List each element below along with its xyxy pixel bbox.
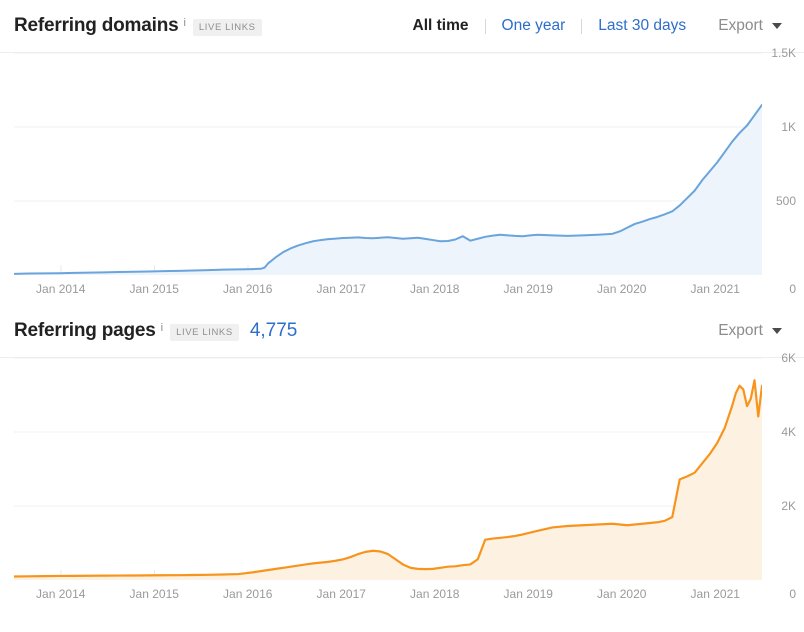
x-axis-label: Jan 2021: [690, 587, 740, 601]
x-axis-label: Jan 2019: [503, 282, 553, 296]
x-axis-label: Jan 2020: [597, 587, 647, 601]
x-axis-label: Jan 2014: [36, 282, 86, 296]
referring-pages-header: Referring pages i Live links 4,775 Expor…: [0, 305, 804, 357]
export-label: Export: [718, 322, 763, 339]
y-axis-zero-label: 0: [789, 587, 796, 601]
y-axis-label: 6K: [781, 351, 796, 365]
tab-last-30-days[interactable]: Last 30 days: [596, 17, 688, 35]
chevron-down-icon: [772, 328, 782, 334]
x-axis-label: Jan 2017: [316, 587, 366, 601]
tab-divider: [581, 18, 583, 34]
referring-domains-header: Referring domains i Live links All time …: [0, 0, 804, 52]
referring-domains-panel: Referring domains i Live links All time …: [0, 0, 804, 305]
x-axis-label: Jan 2015: [129, 282, 179, 296]
area-fill: [14, 380, 762, 580]
y-axis-label: 500: [775, 194, 796, 208]
x-axis-label: Jan 2021: [690, 282, 740, 296]
date-range-tabs: All time One year Last 30 days: [411, 17, 689, 35]
y-axis-labels: 6K 4K 2K: [736, 351, 796, 580]
x-axis-label: Jan 2016: [223, 587, 273, 601]
live-links-badge: Live links: [192, 19, 262, 36]
x-axis-label: Jan 2016: [223, 282, 273, 296]
x-axis-label: Jan 2015: [129, 587, 179, 601]
export-button[interactable]: Export: [718, 322, 782, 340]
x-axis-label: Jan 2018: [410, 282, 460, 296]
title-group: Referring domains i Live links: [14, 15, 262, 37]
area-chart-svg: [14, 53, 762, 275]
y-axis-label: 2K: [781, 499, 796, 513]
tab-all-time[interactable]: All time: [411, 17, 471, 35]
x-axis-label: Jan 2019: [503, 587, 553, 601]
chevron-down-icon: [772, 23, 782, 29]
info-icon[interactable]: i: [161, 322, 163, 334]
info-icon[interactable]: i: [183, 17, 185, 29]
tab-one-year[interactable]: One year: [500, 17, 568, 35]
x-axis-label: Jan 2017: [316, 282, 366, 296]
y-axis-label: 1.5K: [771, 46, 796, 60]
live-links-badge: Live links: [170, 324, 239, 341]
y-axis-label: 1K: [781, 120, 796, 134]
referring-domains-chart: 1.5K 1K 500: [0, 46, 804, 275]
plot-area: [14, 53, 762, 275]
title-group: Referring pages i Live links 4,775: [14, 320, 297, 342]
export-button[interactable]: Export: [718, 17, 782, 35]
x-axis-label: Jan 2018: [410, 587, 460, 601]
y-axis-label: 4K: [781, 425, 796, 439]
x-axis-labels: 0 Jan 2014 Jan 2015 Jan 2016 Jan 2017 Jan 20…: [0, 275, 804, 305]
referring-pages-panel: Referring pages i Live links 4,775 Expor…: [0, 305, 804, 610]
metric-value: 4,775: [249, 320, 298, 341]
tab-divider: [484, 18, 486, 34]
area-fill: [14, 104, 762, 275]
referring-pages-chart: 6K 4K 2K: [0, 351, 804, 580]
plot-area: [14, 358, 762, 580]
x-axis-labels: 0 Jan 2014 Jan 2015 Jan 2016 Jan 2017 Jan 20…: [0, 580, 804, 610]
page-title: Referring domains: [14, 15, 179, 36]
page-title: Referring pages: [14, 320, 156, 341]
y-axis-zero-label: 0: [789, 282, 796, 296]
area-chart-svg: [14, 358, 762, 580]
export-label: Export: [718, 17, 763, 34]
x-axis-label: Jan 2014: [36, 587, 86, 601]
y-axis-labels: 1.5K 1K 500: [736, 46, 796, 275]
x-axis-label: Jan 2020: [597, 282, 647, 296]
